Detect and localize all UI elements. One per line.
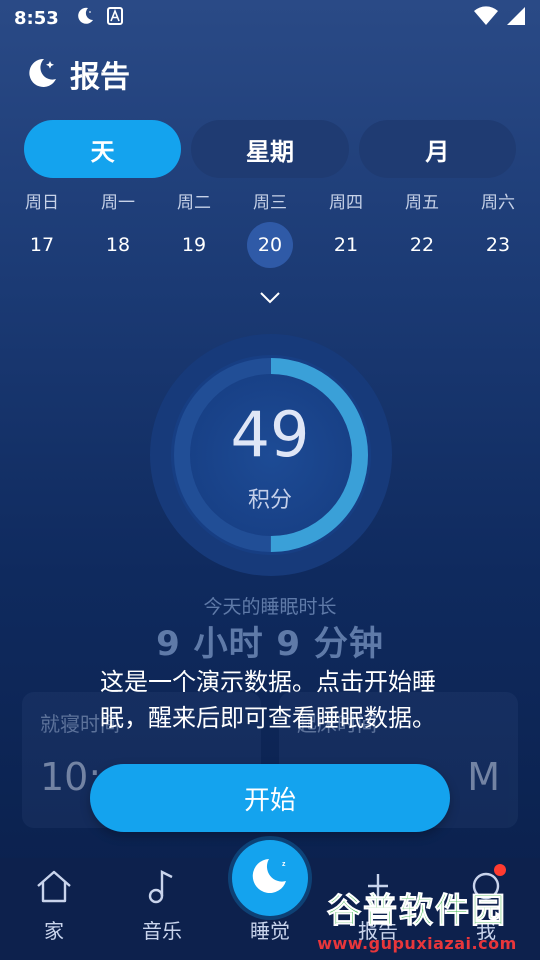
period-tabs: 天 星期 月 — [24, 120, 516, 178]
date-number: 21 — [333, 234, 359, 256]
nav-home-label: 家 — [44, 919, 64, 943]
tab-week[interactable]: 星期 — [191, 120, 349, 178]
demo-data-message: 这是一个演示数据。点击开始睡眠，醒来后即可查看睡眠数据。 — [100, 668, 436, 732]
sleep-duration-value: 9 小时 9 分钟 — [156, 624, 384, 664]
watermark: 谷普软件园 www.gupuxiazai.com — [294, 876, 540, 960]
date-item[interactable]: 21 — [311, 222, 381, 268]
weekday-label: 周一 — [101, 193, 135, 213]
status-bar: 8:53 — [0, 0, 540, 36]
notification-a-icon — [106, 6, 123, 30]
date-number: 18 — [105, 234, 131, 256]
date-item[interactable]: 19 — [159, 222, 229, 268]
date-item[interactable]: 22 — [387, 222, 457, 268]
tab-month[interactable]: 月 — [358, 120, 516, 178]
watermark-url: www.gupuxiazai.com — [317, 934, 517, 953]
score-label: 积分 — [247, 488, 292, 513]
moon-stars-icon — [26, 55, 60, 93]
sleeping-moon-icon: zz — [247, 853, 293, 903]
chevron-down-icon[interactable] — [258, 290, 282, 310]
music-note-icon — [145, 868, 179, 909]
cellular-signal-icon — [506, 6, 526, 31]
nav-home[interactable]: 家 — [0, 858, 108, 960]
watermark-title: 谷普软件园 — [327, 891, 507, 932]
date-number: 20 — [247, 222, 293, 268]
date-number: 22 — [409, 234, 435, 256]
notification-dot — [494, 864, 506, 876]
svg-text:z: z — [282, 861, 286, 868]
page-header: 报告 — [26, 52, 130, 96]
start-button[interactable]: 开始 — [90, 764, 450, 832]
date-item[interactable]: 18 — [83, 222, 153, 268]
weekday-label: 周六 — [481, 193, 515, 213]
date-item[interactable]: 23 — [463, 222, 533, 268]
status-time: 8:53 — [14, 7, 59, 29]
date-number: 23 — [485, 234, 511, 256]
date-row: 17 18 19 20 21 22 23 — [0, 222, 540, 268]
weekday-label: 周四 — [329, 193, 363, 213]
date-number: 17 — [29, 234, 55, 256]
nav-sleep-label: 睡觉 — [250, 919, 290, 943]
weekday-label: 周三 — [253, 193, 287, 213]
weekday-row: 周日 周一 周二 周三 周四 周五 周六 — [0, 188, 540, 213]
date-number: 19 — [181, 234, 207, 256]
sleep-duration-caption: 今天的睡眠时长 — [203, 596, 337, 618]
do-not-disturb-moon-icon — [75, 6, 95, 31]
date-item[interactable]: 17 — [7, 222, 77, 268]
home-icon — [34, 868, 74, 909]
score-value: 49 — [230, 398, 310, 471]
nav-music-label: 音乐 — [142, 919, 182, 943]
wifi-icon — [474, 5, 498, 31]
date-item-selected[interactable]: 20 — [235, 222, 305, 268]
nav-music[interactable]: 音乐 — [108, 858, 216, 960]
weekday-label: 周日 — [25, 193, 59, 213]
page-title: 报告 — [70, 60, 130, 95]
tab-day[interactable]: 天 — [24, 120, 182, 178]
weekday-label: 周二 — [177, 193, 211, 213]
weekday-label: 周五 — [405, 193, 439, 213]
